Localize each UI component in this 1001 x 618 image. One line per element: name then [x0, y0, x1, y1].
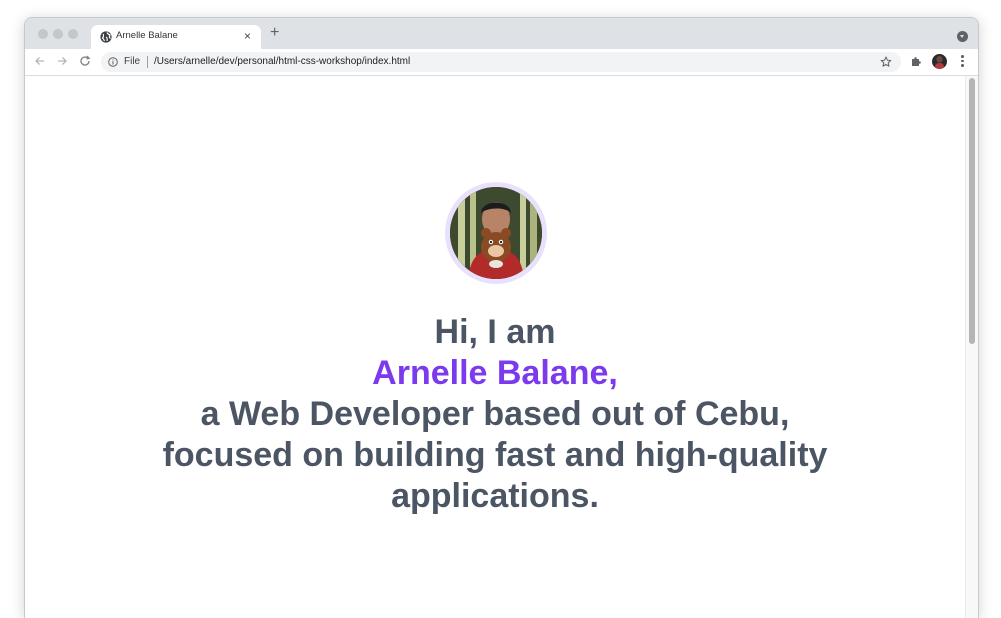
tab-search-icon[interactable] [957, 31, 968, 42]
minimize-window-button[interactable] [53, 29, 63, 39]
reload-icon[interactable] [78, 54, 92, 68]
info-icon[interactable] [108, 57, 118, 67]
browser-toolbar: File /Users/arnelle/dev/personal/html-cs… [25, 49, 978, 76]
tagline-line-1: a Web Developer based out of Cebu, [200, 395, 790, 433]
tagline-line-2: focused on building fast and high-qualit… [162, 436, 828, 474]
tab-strip: Arnelle Balane × + [25, 18, 978, 49]
tab-active[interactable]: Arnelle Balane × [91, 25, 261, 49]
zoom-window-button[interactable] [68, 29, 78, 39]
browser-window: Arnelle Balane × + File /Users/arnelle/d… [24, 17, 979, 618]
intro-heading: Hi, I am Arnelle Balane, a Web Developer… [25, 312, 965, 517]
browser-menu-icon[interactable] [961, 55, 964, 69]
tagline-line-3: applications. [391, 477, 599, 515]
omnibox-divider [147, 56, 148, 68]
extensions-puzzle-icon[interactable] [910, 55, 922, 67]
forward-arrow-icon[interactable] [55, 54, 69, 68]
new-tab-button[interactable]: + [270, 24, 279, 42]
bookmark-star-icon[interactable] [880, 56, 892, 68]
tab-close-button[interactable]: × [244, 29, 251, 43]
profile-avatar[interactable] [932, 54, 947, 69]
close-window-button[interactable] [38, 29, 48, 39]
author-name: Arnelle Balane, [372, 354, 618, 392]
scheme-label: File [124, 56, 141, 67]
globe-icon [100, 31, 112, 43]
greeting-text: Hi, I am [434, 313, 556, 351]
page-viewport: Hi, I am Arnelle Balane, a Web Developer… [25, 76, 978, 618]
address-bar[interactable]: File /Users/arnelle/dev/personal/html-cs… [101, 52, 901, 72]
scrollbar-thumb[interactable] [969, 78, 975, 344]
profile-photo [445, 182, 547, 284]
tab-title: Arnelle Balane [116, 30, 178, 41]
url-text[interactable]: /Users/arnelle/dev/personal/html-css-wor… [154, 56, 410, 67]
back-arrow-icon[interactable] [33, 54, 47, 68]
